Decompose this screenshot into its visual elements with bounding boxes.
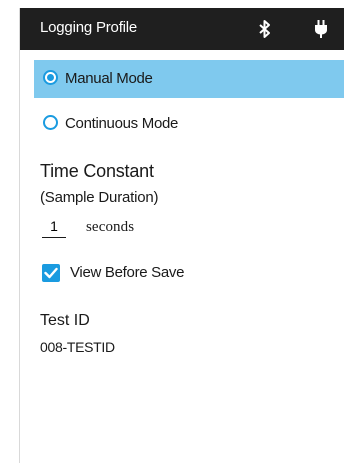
view-before-save-label[interactable]: View Before Save bbox=[70, 264, 184, 281]
continuous-mode-option[interactable]: Continuous Mode bbox=[34, 105, 344, 143]
view-before-save-checkbox[interactable] bbox=[42, 264, 60, 282]
duration-unit-label: seconds bbox=[86, 219, 135, 235]
page-title: Logging Profile bbox=[40, 19, 138, 36]
time-constant-heading: Time Constant bbox=[40, 161, 154, 181]
manual-mode-radio[interactable] bbox=[43, 70, 58, 85]
test-id-value[interactable]: 008-TESTID bbox=[40, 339, 115, 355]
power-plug-icon[interactable] bbox=[314, 19, 328, 39]
bluetooth-icon[interactable] bbox=[258, 19, 272, 39]
logging-profile-screen: Logging Profile Manual Mode Continuous M… bbox=[19, 8, 344, 463]
manual-mode-option[interactable]: Manual Mode bbox=[34, 60, 344, 98]
continuous-mode-radio[interactable] bbox=[43, 115, 58, 130]
test-id-heading: Test ID bbox=[40, 312, 90, 329]
sample-duration-input[interactable] bbox=[42, 215, 66, 238]
checkmark-icon bbox=[44, 267, 58, 279]
title-bar: Logging Profile bbox=[20, 8, 344, 50]
sample-duration-subheading: (Sample Duration) bbox=[40, 189, 159, 206]
manual-mode-label: Manual Mode bbox=[65, 70, 153, 87]
continuous-mode-label: Continuous Mode bbox=[65, 115, 179, 132]
